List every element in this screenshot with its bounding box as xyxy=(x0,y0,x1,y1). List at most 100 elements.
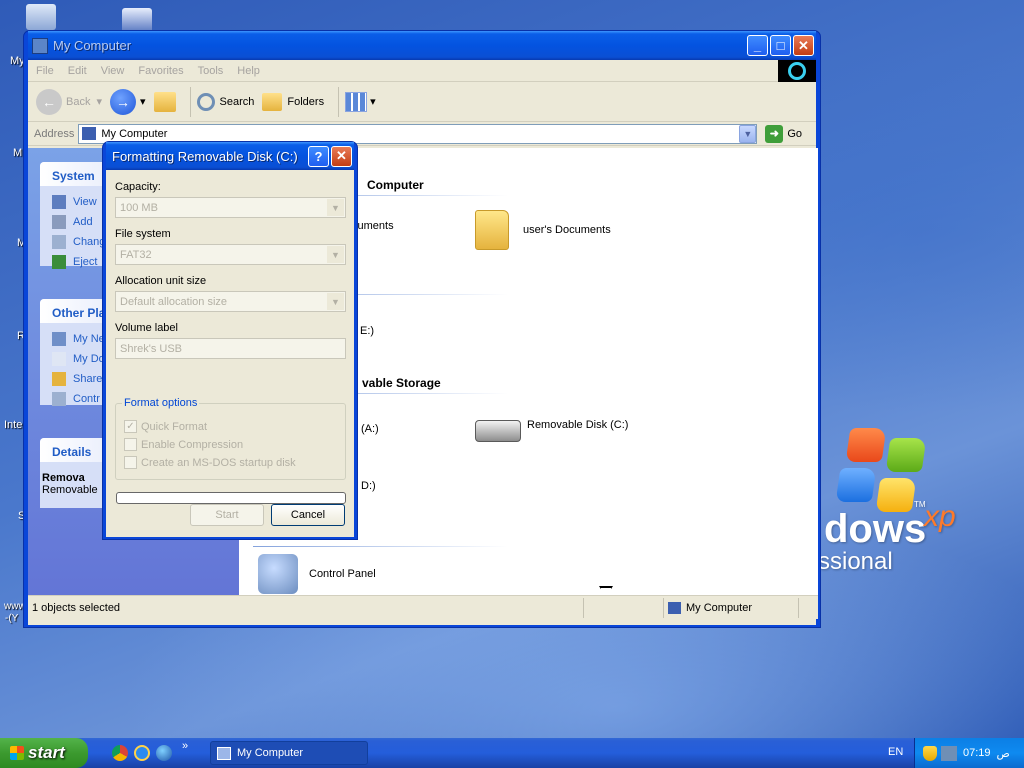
status-zone-label: My Computer xyxy=(686,601,753,614)
close-button[interactable]: ✕ xyxy=(793,35,814,56)
quick-format-label: Quick Format xyxy=(141,420,208,433)
item-floppy-a[interactable]: (A:) xyxy=(361,423,379,435)
search-label: Search xyxy=(219,95,255,108)
task-label: View xyxy=(73,196,97,208)
item-control-panel[interactable]: Control Panel xyxy=(258,554,376,594)
menu-tools[interactable]: Tools xyxy=(198,65,224,77)
help-button[interactable]: ? xyxy=(308,145,329,167)
volume-label-input[interactable]: Shrek's USB xyxy=(115,338,346,359)
item-label: Removable Disk (C:) xyxy=(527,419,629,431)
start-button[interactable]: Start xyxy=(190,504,264,526)
documents-icon xyxy=(52,352,66,366)
filesystem-value: FAT32 xyxy=(120,249,152,261)
window-titlebar[interactable]: My Computer _ □ ✕ xyxy=(28,31,816,60)
programs-icon xyxy=(52,215,66,229)
go-button[interactable]: Go xyxy=(787,128,802,140)
cancel-button[interactable]: Cancel xyxy=(271,504,345,526)
start-label: start xyxy=(28,743,65,762)
chrome-icon[interactable] xyxy=(112,745,128,761)
removable-drive-icon xyxy=(475,420,521,442)
desktop-icon-my-documents[interactable] xyxy=(26,4,56,30)
taskbar-task-label: My Computer xyxy=(237,747,304,759)
toolbar-separator xyxy=(189,86,191,117)
menu-help[interactable]: Help xyxy=(237,65,260,77)
place-label: Share xyxy=(73,373,103,385)
checkbox-box xyxy=(124,438,137,451)
back-button[interactable]: ← Back ▾ xyxy=(36,88,102,115)
wallpaper-windows-text: dows xyxy=(824,507,927,551)
menu-bar: File Edit View Favorites Tools Help xyxy=(28,60,816,82)
quick-format-checkbox[interactable]: ✓ Quick Format xyxy=(124,420,207,433)
item-label: D:) xyxy=(361,480,376,492)
my-computer-icon xyxy=(32,37,48,54)
chevron-down-icon: ▼ xyxy=(327,293,344,310)
format-progress-bar xyxy=(116,492,346,504)
wallpaper-edition-text: ssional xyxy=(818,548,893,575)
format-dialog: Formatting Removable Disk (C:) ? ✕ Capac… xyxy=(102,141,358,540)
window-title: My Computer xyxy=(53,38,132,53)
minimize-button[interactable]: _ xyxy=(747,35,768,56)
network-tray-icon[interactable] xyxy=(941,745,957,761)
back-dropdown-icon: ▾ xyxy=(96,96,102,108)
allocation-select[interactable]: Default allocation size ▼ xyxy=(115,291,346,312)
go-arrow-icon[interactable]: ➜ xyxy=(765,124,784,143)
language-indicator[interactable]: EN xyxy=(888,746,903,758)
format-options-group: Format options ✓ Quick Format Enable Com… xyxy=(115,397,346,480)
msdos-startup-checkbox[interactable]: Create an MS-DOS startup disk xyxy=(124,456,296,469)
enable-compression-checkbox[interactable]: Enable Compression xyxy=(124,438,243,451)
format-options-label: Format options xyxy=(122,397,200,409)
folders-button[interactable]: Folders xyxy=(262,92,324,111)
wallpaper-tm-text: TM xyxy=(914,500,926,509)
address-dropdown-icon[interactable]: ▼ xyxy=(739,124,757,143)
clock-ampm: ص xyxy=(996,747,1010,760)
item-shared-documents[interactable]: cuments xyxy=(352,220,394,232)
maximize-button[interactable]: □ xyxy=(770,35,791,56)
internet-explorer-icon[interactable] xyxy=(134,745,150,761)
back-label: Back xyxy=(66,95,91,108)
allocation-label: Allocation unit size xyxy=(115,275,207,287)
globe-icon[interactable] xyxy=(156,745,172,761)
capacity-select[interactable]: 100 MB ▼ xyxy=(115,197,346,218)
desktop-label-2: M xyxy=(13,147,23,159)
capacity-label: Capacity: xyxy=(115,181,161,193)
eject-icon xyxy=(52,255,66,269)
taskbar-button-my-computer[interactable]: My Computer xyxy=(210,741,368,765)
status-zone: My Computer xyxy=(664,597,799,618)
enable-compression-label: Enable Compression xyxy=(141,438,244,451)
dialog-close-button[interactable]: ✕ xyxy=(331,145,352,167)
item-removable-disk-c[interactable]: Removable Disk (C:) xyxy=(475,419,629,442)
menu-file[interactable]: File xyxy=(36,65,54,77)
filesystem-select[interactable]: FAT32 ▼ xyxy=(115,244,346,265)
item-label: cuments xyxy=(352,220,394,232)
dialog-titlebar[interactable]: Formatting Removable Disk (C:) ? ✕ xyxy=(106,142,354,170)
item-drive-d[interactable]: D:) xyxy=(361,480,376,492)
security-shield-icon[interactable] xyxy=(923,745,937,761)
views-button[interactable]: ▾ xyxy=(345,91,376,112)
toolbar: ← Back ▾ → ▾ Search Folders ▾ xyxy=(28,82,816,122)
menu-edit[interactable]: Edit xyxy=(68,65,87,77)
shared-folder-icon xyxy=(52,372,66,386)
control-panel-small-icon xyxy=(52,392,66,406)
forward-button[interactable]: → ▾ xyxy=(110,88,146,115)
my-computer-small-icon xyxy=(668,601,681,614)
menu-view[interactable]: View xyxy=(101,65,125,77)
item-users-documents[interactable]: user's Documents xyxy=(475,210,611,250)
checkbox-box xyxy=(124,456,137,469)
forward-dropdown-icon: ▾ xyxy=(140,96,146,108)
quicklaunch-overflow-icon[interactable]: » xyxy=(182,740,188,752)
item-label: E:) xyxy=(360,325,375,337)
up-folder-button[interactable] xyxy=(153,91,176,112)
status-selection: 1 objects selected xyxy=(28,597,584,618)
search-button[interactable]: Search xyxy=(196,92,255,111)
menu-favorites[interactable]: Favorites xyxy=(138,65,183,77)
wallpaper-xp-text: xp xyxy=(924,500,956,533)
status-empty xyxy=(584,597,664,618)
start-button-taskbar[interactable]: start xyxy=(0,738,88,768)
control-panel-icon xyxy=(258,554,298,594)
search-icon xyxy=(196,92,215,111)
item-drive-e[interactable]: E:) xyxy=(360,325,374,337)
chevron-down-icon: ▼ xyxy=(327,199,344,216)
address-label: Address xyxy=(34,127,75,140)
folders-icon xyxy=(262,92,283,111)
my-computer-small-icon xyxy=(217,746,231,760)
